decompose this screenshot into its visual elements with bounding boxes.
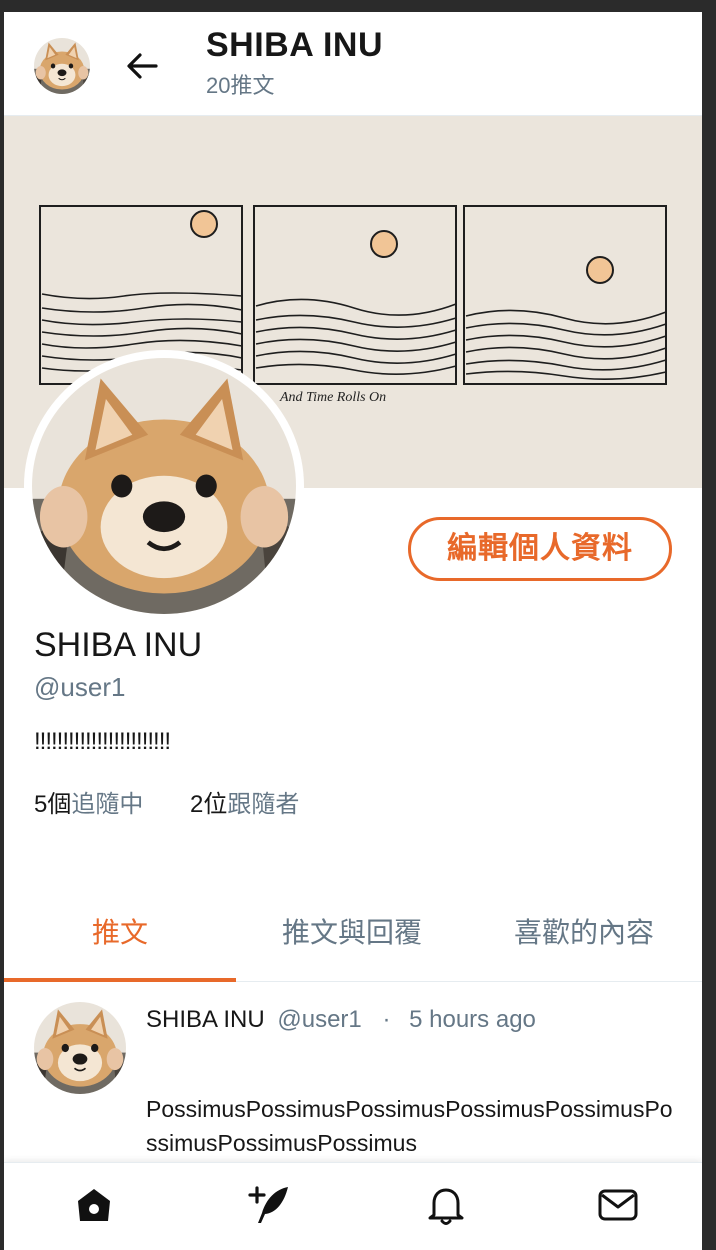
banner-caption: And Time Rolls On bbox=[280, 390, 387, 405]
tweet-text: PossimusPossimusPossimusPossimusPossimus… bbox=[146, 1096, 673, 1156]
bottom-nav bbox=[4, 1162, 702, 1250]
arrow-left-icon bbox=[127, 53, 158, 79]
window-edge bbox=[702, 0, 716, 1250]
followers-link[interactable]: 跟隨者 bbox=[227, 791, 299, 818]
home-icon bbox=[78, 1189, 110, 1221]
followers-stat[interactable]: 2位跟隨者 bbox=[190, 784, 299, 819]
tweet-time: 5 hours ago bbox=[409, 1006, 536, 1033]
profile-page: SHIBA INU 20推文 And Time Rolls On 編輯個人資料 … bbox=[4, 12, 702, 1250]
nav-compose-button[interactable] bbox=[246, 1181, 294, 1229]
following-stat[interactable]: 5個追隨中 bbox=[34, 784, 143, 819]
profile-tabs: 推文 推文與回覆 喜歡的內容 bbox=[4, 890, 702, 982]
tweet-meta: SHIBA INU @user1 · 5 hours ago bbox=[146, 1006, 536, 1034]
tab-tweets-and-replies[interactable]: 推文與回覆 bbox=[236, 890, 468, 982]
following-count: 5個 bbox=[34, 791, 72, 818]
nav-notifications-button[interactable] bbox=[422, 1181, 470, 1229]
tweet-avatar[interactable] bbox=[34, 1002, 126, 1094]
tweet-count: 20推文 bbox=[206, 73, 275, 98]
bell-icon bbox=[428, 1188, 464, 1225]
mail-icon bbox=[598, 1189, 638, 1221]
edit-profile-button[interactable]: 編輯個人資料 bbox=[408, 517, 672, 581]
profile-handle: @user1 bbox=[34, 672, 126, 702]
header-title: SHIBA INU bbox=[206, 26, 384, 64]
tweet-item[interactable]: SHIBA INU @user1 · 5 hours ago PossimusP… bbox=[4, 982, 702, 1182]
nav-home-button[interactable] bbox=[70, 1181, 118, 1229]
profile-avatar[interactable] bbox=[24, 350, 304, 622]
following-link[interactable]: 追隨中 bbox=[71, 791, 143, 818]
back-button[interactable] bbox=[124, 48, 160, 84]
followers-count: 2位 bbox=[190, 791, 228, 818]
top-bar: SHIBA INU 20推文 bbox=[4, 12, 702, 116]
nav-messages-button[interactable] bbox=[594, 1181, 642, 1229]
tab-likes[interactable]: 喜歡的內容 bbox=[468, 890, 700, 982]
compose-tweet-icon bbox=[248, 1186, 288, 1223]
tab-tweets[interactable]: 推文 bbox=[4, 890, 236, 982]
profile-name: SHIBA INU bbox=[34, 626, 203, 664]
tweet-separator: · bbox=[382, 1006, 391, 1033]
tweet-author-handle: @user1 bbox=[277, 1006, 362, 1033]
tweet-author-name[interactable]: SHIBA INU bbox=[146, 1006, 265, 1033]
header-avatar[interactable] bbox=[34, 38, 90, 94]
profile-bio: !!!!!!!!!!!!!!!!!!!!!!!! bbox=[34, 728, 171, 755]
